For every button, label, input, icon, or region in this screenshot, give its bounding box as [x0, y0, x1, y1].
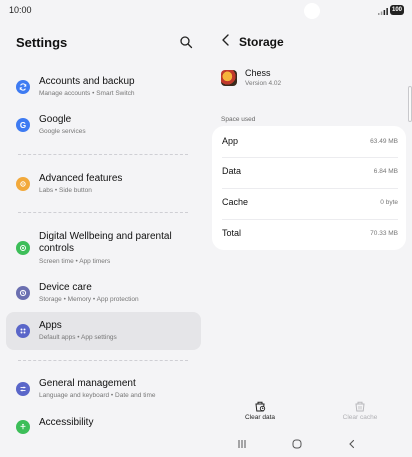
item-title: Accessibility — [39, 417, 94, 428]
row-label: App — [222, 136, 239, 146]
chess-app-icon — [221, 70, 237, 86]
settings-item-advanced-features[interactable]: Advanced features Labs • Side button — [6, 167, 201, 201]
gear-plus-icon — [16, 177, 30, 191]
sync-icon — [16, 80, 30, 94]
apps-icon — [16, 324, 30, 338]
device-care-icon — [16, 286, 30, 300]
settings-item-digital-wellbeing[interactable]: Digital Wellbeing and parental controls … — [6, 225, 201, 271]
item-title: Accounts and backup — [39, 76, 135, 87]
storage-row-total: Total 70.33 MB — [222, 219, 398, 249]
space-used-label: Space used — [221, 116, 256, 123]
settings-item-device-care[interactable]: Device care Storage • Memory • App prote… — [6, 276, 201, 310]
scroll-handle[interactable] — [408, 86, 412, 122]
accessibility-icon — [16, 420, 30, 434]
storage-card: App 63.49 MB Data 6.84 MB Cache 0 byte T… — [212, 126, 406, 250]
search-icon[interactable] — [179, 35, 193, 49]
camera-cutout — [304, 3, 320, 19]
clear-data-label: Clear data — [245, 414, 275, 421]
item-subtitle: Storage • Memory • App protection — [39, 296, 139, 303]
row-value: 0 byte — [380, 199, 398, 206]
settings-item-apps[interactable]: Apps Default apps • App settings — [6, 312, 201, 350]
item-subtitle: Google services — [39, 128, 86, 135]
back-nav-icon[interactable] — [346, 438, 358, 450]
row-value: 6.84 MB — [373, 168, 398, 175]
storage-title: Storage — [239, 35, 284, 49]
item-title: Digital Wellbeing and parental controls — [39, 231, 172, 254]
status-time: 10:00 — [9, 5, 32, 15]
item-subtitle: Language and keyboard • Date and time — [39, 392, 156, 399]
battery-icon: 100 — [390, 5, 404, 15]
home-icon[interactable] — [291, 438, 303, 450]
row-value: 63.49 MB — [370, 138, 398, 145]
settings-item-accessibility[interactable]: Accessibility — [6, 410, 201, 434]
storage-row-data: Data 6.84 MB — [222, 157, 398, 187]
clear-cache-button[interactable]: Clear cache — [330, 400, 390, 421]
row-label: Cache — [222, 197, 249, 207]
clear-cache-label: Clear cache — [342, 414, 378, 421]
item-title: Apps — [39, 320, 62, 331]
back-arrow-icon[interactable] — [220, 33, 232, 47]
recent-apps-icon[interactable] — [236, 438, 248, 450]
clear-data-icon — [255, 401, 266, 412]
status-bar: 10:00 100 — [0, 0, 412, 22]
app-name: Chess — [245, 68, 271, 78]
item-subtitle: Manage accounts • Smart Switch — [39, 90, 135, 97]
storage-pane: Storage Chess Version 4.02 Space used Ap… — [206, 22, 412, 457]
row-label: Data — [222, 166, 242, 176]
storage-row-cache: Cache 0 byte — [222, 188, 398, 218]
app-version: Version 4.02 — [245, 80, 282, 87]
row-value: 70.33 MB — [370, 230, 398, 237]
item-title: Advanced features — [39, 173, 123, 184]
clear-cache-icon — [355, 401, 365, 412]
item-title: General management — [39, 378, 136, 389]
item-title: Device care — [39, 282, 92, 293]
settings-item-google[interactable]: G Google Google services — [6, 108, 201, 142]
settings-item-general-management[interactable]: General management Language and keyboard… — [6, 372, 201, 406]
storage-row-app: App 63.49 MB — [222, 126, 398, 156]
sliders-icon — [16, 382, 30, 396]
divider — [18, 154, 188, 155]
item-subtitle: Default apps • App settings — [39, 334, 117, 341]
item-subtitle: Labs • Side button — [39, 187, 92, 194]
google-icon: G — [16, 118, 30, 132]
divider — [18, 212, 188, 213]
clear-data-button[interactable]: Clear data — [230, 400, 290, 421]
divider — [18, 360, 188, 361]
signal-icon — [378, 8, 388, 15]
settings-pane: Settings Accounts and backup Manage acco… — [0, 22, 206, 457]
item-subtitle: Screen time • App timers — [39, 258, 111, 265]
row-label: Total — [222, 228, 242, 238]
item-title: Google — [39, 114, 72, 125]
settings-item-accounts-backup[interactable]: Accounts and backup Manage accounts • Sm… — [6, 70, 201, 104]
settings-title: Settings — [16, 35, 68, 50]
wellbeing-icon — [16, 241, 30, 255]
